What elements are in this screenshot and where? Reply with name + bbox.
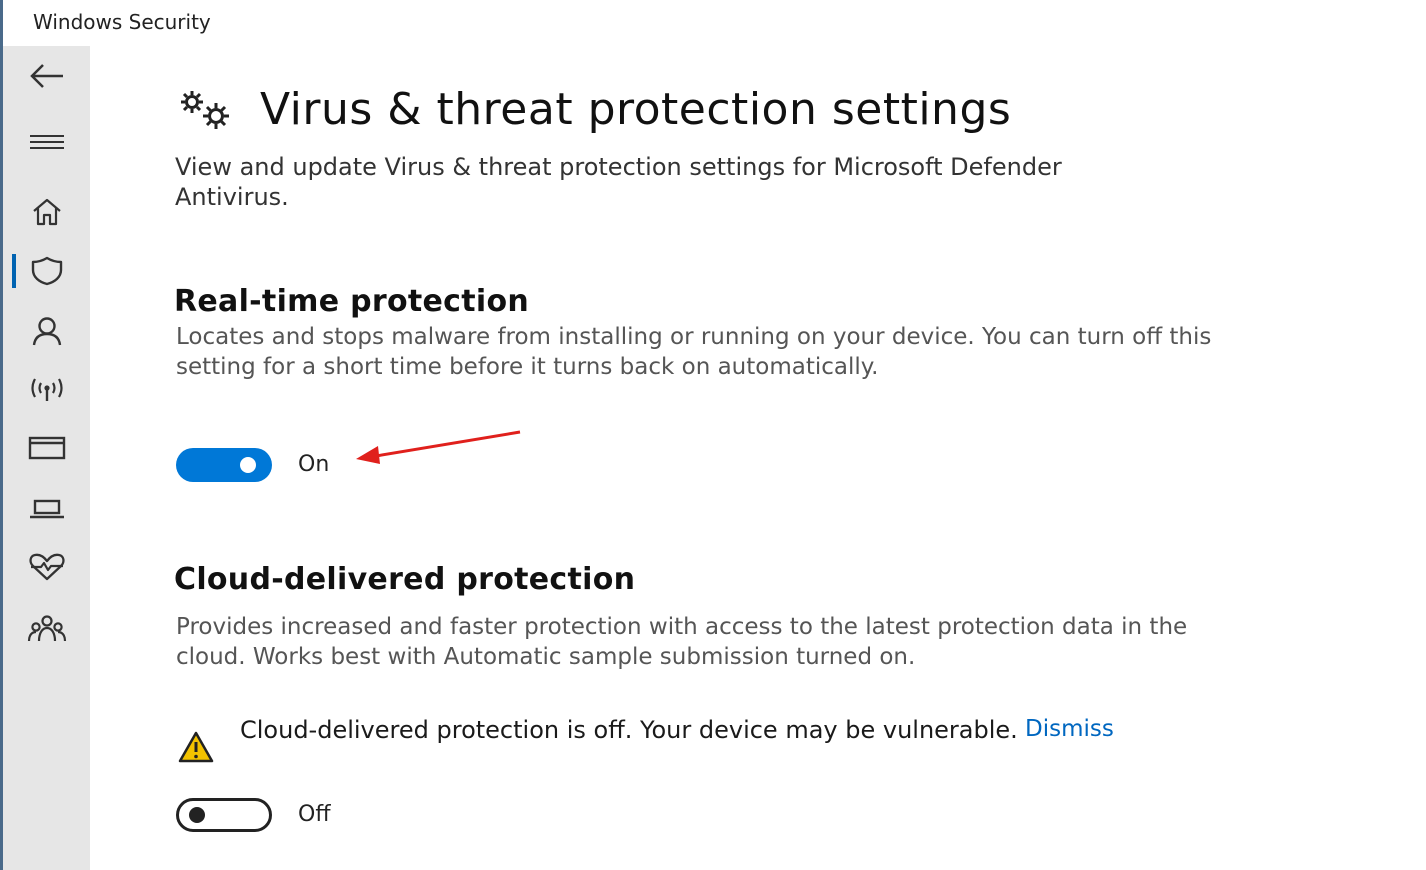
- home-icon: [32, 198, 61, 226]
- hamburger-menu-icon: [29, 135, 64, 149]
- warning-triangle-icon: [178, 731, 214, 763]
- wireless-signal-icon: [30, 378, 63, 401]
- sidebar-item-firewall-network[interactable]: [3, 364, 90, 416]
- realtime-protection-title: Real-time protection: [174, 284, 530, 319]
- sidebar-item-device-security[interactable]: [3, 483, 90, 535]
- page-description: View and update Virus & threat protectio…: [175, 153, 1062, 211]
- back-arrow-icon: [29, 64, 63, 88]
- person-icon: [32, 317, 61, 346]
- realtime-protection-toggle-label: On: [298, 452, 330, 477]
- toggle-knob: [240, 457, 256, 473]
- realtime-protection-toggle[interactable]: [176, 448, 272, 482]
- sidebar-item-account-protection[interactable]: [3, 305, 90, 357]
- shield-icon: [31, 256, 62, 286]
- menu-button[interactable]: [3, 116, 90, 168]
- windows-security-window: Windows Security Virus & threat protecti…: [0, 0, 1426, 870]
- page-title: Virus & threat protection settings: [260, 84, 1012, 135]
- laptop-icon: [29, 499, 64, 519]
- sidebar-nav: [3, 46, 90, 870]
- family-group-icon: [27, 615, 66, 642]
- back-button[interactable]: [3, 50, 90, 102]
- sidebar-item-home[interactable]: [3, 186, 90, 238]
- cloud-protection-description: Provides increased and faster protection…: [176, 614, 1188, 670]
- toggle-knob: [189, 807, 205, 823]
- cloud-protection-toggle-label: Off: [298, 802, 331, 827]
- sidebar-item-family-options[interactable]: [3, 602, 90, 654]
- gears-icon: [181, 90, 229, 129]
- main-content: Virus & threat protection settings View …: [90, 46, 1426, 870]
- heart-pulse-icon: [28, 553, 65, 581]
- cloud-protection-toggle[interactable]: [176, 798, 272, 832]
- browser-window-icon: [28, 436, 65, 460]
- sidebar-item-app-browser-control[interactable]: [3, 422, 90, 474]
- sidebar-item-device-performance-health[interactable]: [3, 541, 90, 593]
- title-bar: Windows Security: [3, 0, 1426, 46]
- page-header: Virus & threat protection settings: [176, 84, 1011, 135]
- app-title: Windows Security: [33, 10, 211, 34]
- cloud-protection-title: Cloud-delivered protection: [174, 562, 636, 597]
- sidebar-item-virus-threat-protection[interactable]: [3, 245, 90, 297]
- cloud-protection-warning-text: Cloud-delivered protection is off. Your …: [240, 716, 1018, 744]
- realtime-protection-description: Locates and stops malware from installin…: [176, 324, 1212, 380]
- dismiss-link[interactable]: Dismiss: [1025, 716, 1114, 742]
